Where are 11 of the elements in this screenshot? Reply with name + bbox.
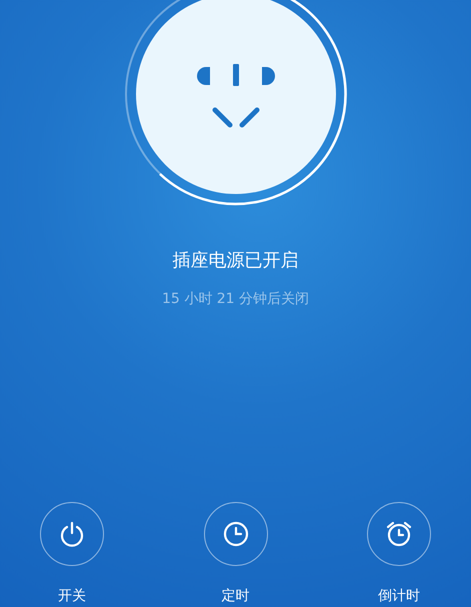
timer-button[interactable] bbox=[204, 502, 268, 566]
action-label: 倒计时 bbox=[378, 587, 420, 605]
clock-icon bbox=[222, 520, 250, 548]
alarm-button[interactable] bbox=[367, 502, 431, 566]
power-icon bbox=[58, 520, 86, 548]
status-title: 插座电源已开启 bbox=[172, 249, 298, 272]
action-label: 开关 bbox=[58, 587, 86, 605]
alarm-clock-icon bbox=[384, 519, 414, 549]
power-button[interactable] bbox=[40, 502, 104, 566]
status-subtitle: 15 小时 21 分钟后关闭 bbox=[162, 290, 309, 308]
action-label: 定时 bbox=[222, 587, 250, 605]
